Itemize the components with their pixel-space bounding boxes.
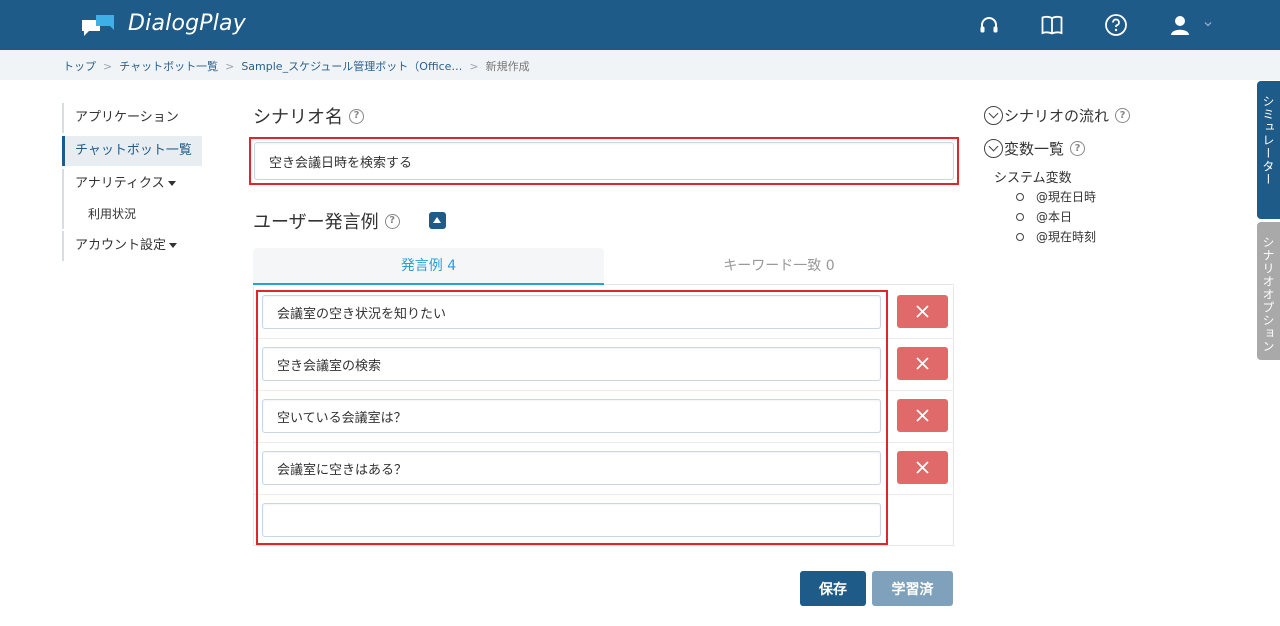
examples-tabs: 発言例 4 キーワード一致 0 (253, 248, 954, 285)
learned-button[interactable]: 学習済 (872, 571, 953, 606)
chat-bubbles-logo-icon (82, 15, 114, 36)
close-icon (916, 305, 929, 318)
user-examples-heading: ユーザー発言例 ? (253, 208, 400, 234)
breadcrumb-bar: トップ > チャットボット一覧 > Sample_スケジュール管理ボット（Off… (0, 50, 1280, 80)
breadcrumb-separator: > (225, 59, 235, 73)
chevron-down-icon[interactable] (1203, 19, 1213, 29)
sidebar: アプリケーション チャットボット一覧 アナリティクス 利用状況 アカウント設定 (62, 103, 202, 261)
breadcrumb: トップ > チャットボット一覧 > Sample_スケジュール管理ボット（Off… (63, 58, 530, 74)
breadcrumb-chatbot-list[interactable]: チャットボット一覧 (119, 58, 218, 74)
breadcrumb-current: 新規作成 (485, 60, 530, 73)
system-variable-item: @現在日時 (1016, 187, 1096, 207)
delete-example-button[interactable] (897, 399, 948, 432)
tab-examples[interactable]: 発言例 4 (253, 248, 604, 285)
system-variable-item: @本日 (1016, 207, 1096, 227)
new-example-input[interactable] (262, 503, 881, 537)
chevron-circle-down-icon (984, 139, 1003, 158)
sidebar-item-account-settings[interactable]: アカウント設定 (62, 231, 202, 261)
sidebar-item-label: アカウント設定 (75, 238, 167, 253)
system-variable-item: @現在時刻 (1016, 227, 1096, 247)
breadcrumb-top[interactable]: トップ (63, 58, 96, 74)
scenario-name-input[interactable]: 空き会議日時を検索する (254, 142, 954, 180)
close-icon (916, 357, 929, 370)
help-icon[interactable]: ? (1115, 108, 1131, 123)
chevron-circle-down-icon (984, 106, 1003, 125)
help-icon[interactable]: ? (384, 213, 400, 229)
save-button[interactable]: 保存 (800, 571, 866, 606)
breadcrumb-separator: > (469, 59, 479, 73)
simulator-side-tab[interactable]: シミュレーター (1257, 81, 1280, 219)
help-icon[interactable]: ? (349, 108, 364, 124)
sidebar-item-applications[interactable]: アプリケーション (62, 103, 202, 133)
system-variables-label: システム変数 (994, 171, 1072, 186)
system-variables-list: @現在日時 @本日 @現在時刻 (1016, 187, 1096, 247)
close-icon (916, 461, 929, 474)
caret-down-icon (167, 181, 176, 186)
scenario-flow-toggle[interactable]: シナリオの流れ ? (984, 105, 1131, 126)
sidebar-item-analytics[interactable]: アナリティクス (62, 169, 202, 199)
example-input[interactable]: 空いている会議室は？ (262, 399, 881, 433)
collapse-toggle-icon[interactable] (429, 212, 446, 229)
sidebar-item-label: 利用状況 (88, 207, 137, 221)
book-icon[interactable] (1040, 13, 1064, 37)
scenario-flow-label: シナリオの流れ (1004, 107, 1110, 125)
sidebar-item-label: チャットボット一覧 (75, 143, 192, 158)
breadcrumb-separator: > (103, 59, 113, 73)
delete-example-button[interactable] (897, 451, 948, 484)
top-header: DialogPlay (0, 0, 1280, 50)
user-examples-title: ユーザー発言例 (253, 212, 379, 233)
scenario-options-side-tab[interactable]: シナリオオプション (1257, 222, 1280, 360)
variables-toggle[interactable]: 変数一覧 ? (984, 138, 1086, 159)
sidebar-item-label: アナリティクス (75, 176, 165, 191)
close-icon (916, 409, 929, 422)
scenario-options-tab-label: シナリオオプション (1261, 236, 1275, 353)
delete-example-button[interactable] (897, 347, 948, 380)
sidebar-item-chatbots[interactable]: チャットボット一覧 (62, 136, 202, 166)
user-icon[interactable] (1168, 13, 1192, 37)
scenario-name-heading: シナリオ名 ? (253, 103, 364, 129)
sidebar-item-label: アプリケーション (75, 110, 179, 125)
sidebar-item-usage[interactable]: 利用状況 (62, 199, 202, 229)
example-input[interactable]: 会議室の空き状況を知りたい (262, 295, 881, 329)
caret-down-icon (169, 243, 178, 248)
help-icon[interactable]: ? (1070, 141, 1086, 156)
variables-label: 変数一覧 (1004, 140, 1065, 158)
tab-keyword-match[interactable]: キーワード一致 0 (604, 248, 954, 285)
app-name: DialogPlay (128, 11, 246, 36)
help-circle-icon[interactable] (1104, 13, 1128, 37)
simulator-tab-label: シミュレーター (1261, 95, 1275, 186)
breadcrumb-bot[interactable]: Sample_スケジュール管理ボット（Office… (241, 58, 462, 74)
scenario-name-title: シナリオ名 (253, 107, 343, 128)
example-input[interactable]: 会議室に空きはある？ (262, 451, 881, 485)
headset-icon[interactable] (977, 13, 1001, 37)
example-input[interactable]: 空き会議室の検索 (262, 347, 881, 381)
delete-example-button[interactable] (897, 295, 948, 328)
